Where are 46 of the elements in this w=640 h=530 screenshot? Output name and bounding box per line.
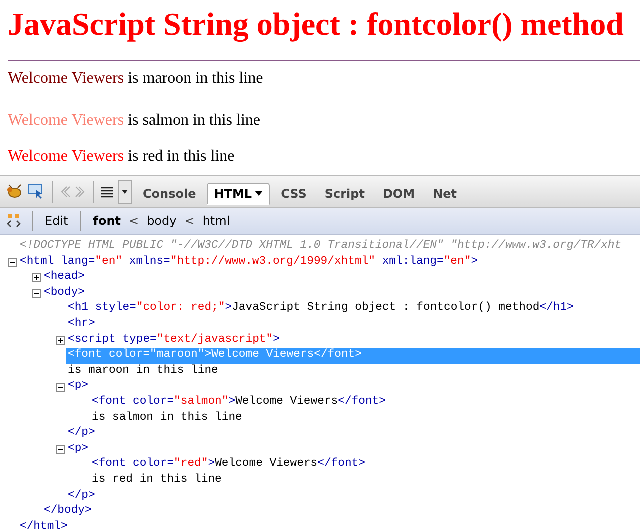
code-line[interactable]: <font color="red">Welcome Viewers</font> [92, 457, 366, 473]
edit-button[interactable]: Edit [43, 214, 70, 228]
panel-tab[interactable]: HTML [207, 182, 270, 204]
toggle-icon[interactable] [8, 258, 17, 267]
code-line[interactable]: <script type="text/javascript"> [68, 332, 280, 348]
code-line[interactable]: <h1 style="color: red;">JavaScript String object : fontcolor() method</h1> [68, 301, 574, 317]
toggle-icon[interactable] [32, 289, 41, 298]
panel-tab[interactable]: DOM [376, 182, 422, 204]
code-line[interactable]: <p> [68, 379, 89, 395]
caret-icon [122, 190, 128, 194]
code-line: </html> [20, 520, 68, 530]
breadcrumb-item[interactable]: font [91, 214, 123, 228]
code-line: </p> [68, 426, 96, 442]
code-line: </body> [44, 504, 92, 520]
code-line[interactable]: <body> [44, 286, 86, 302]
breadcrumb-separator: < [184, 214, 195, 228]
breadcrumb-item[interactable]: body [145, 214, 179, 228]
text-line: Welcome Viewers is red in this line [8, 147, 236, 167]
toggle-icon[interactable] [56, 336, 65, 345]
code-line[interactable]: <head> [44, 270, 86, 286]
text-line: Welcome Viewers is salmon in this line [8, 111, 262, 131]
toggle-icon[interactable] [56, 445, 65, 454]
toggle-icon[interactable] [32, 273, 41, 282]
panel-tab[interactable]: Script [318, 182, 372, 204]
text-line: Welcome Viewers is maroon in this line [8, 69, 264, 89]
code-line[interactable]: <font color="salmon">Welcome Viewers</font> [92, 394, 386, 411]
code-line[interactable]: <hr> [68, 316, 96, 333]
breadcrumb-separator: < [129, 214, 140, 228]
dropdown-button[interactable] [118, 180, 132, 204]
toggle-icon[interactable] [56, 382, 65, 392]
code-line[interactable]: <p> [68, 442, 89, 458]
page-heading: JavaScript String object : fontcolor() method [8, 5, 625, 44]
caret-icon [255, 191, 264, 196]
code-line[interactable]: is red in this line [92, 472, 222, 488]
doctype-line: <!DOCTYPE HTML PUBLIC "-//W3C//DTD XHTML 1.0 Transitional//EN" "http://www.w3.org/TR/xht [19, 239, 623, 254]
code-line: </p> [68, 488, 96, 504]
panel-tab[interactable]: Console [136, 182, 204, 204]
menu-icon[interactable] [100, 186, 114, 198]
code-line[interactable]: is salmon in this line [92, 410, 242, 426]
code-line[interactable]: is maroon in this line [68, 364, 218, 380]
breadcrumb-item[interactable]: html [200, 214, 232, 228]
panel-tab[interactable]: CSS [274, 182, 314, 204]
bug-icon[interactable] [6, 184, 24, 200]
panel-tab[interactable]: Net [426, 182, 464, 204]
code-icon[interactable] [6, 213, 22, 229]
code-line[interactable]: <html lang="en" xmlns="http://www.w3.org/1999/xhtml" xml:lang="en"> [20, 254, 478, 270]
